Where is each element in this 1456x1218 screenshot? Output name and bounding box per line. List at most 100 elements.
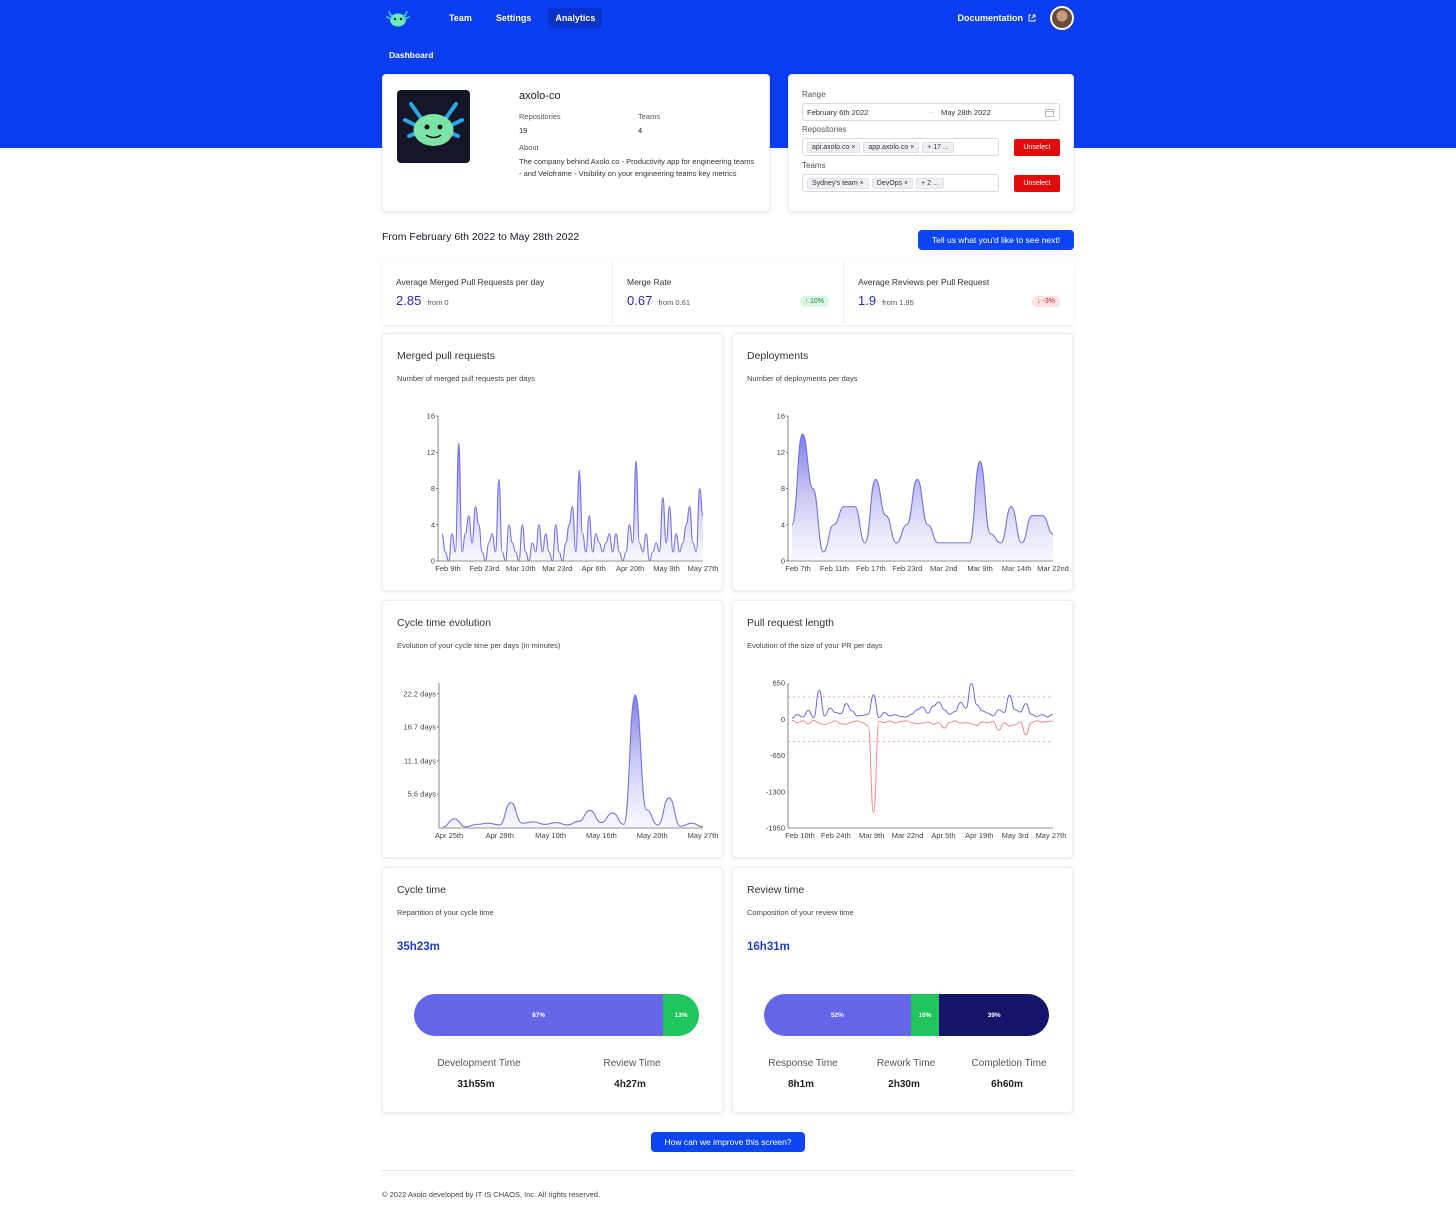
x-tick-label: Apr 5th bbox=[931, 831, 955, 840]
segment-value: 8h1m bbox=[746, 1079, 856, 1090]
nav-right: Documentation bbox=[957, 6, 1074, 30]
unselect-repositories-button[interactable]: Unselect bbox=[1014, 139, 1060, 156]
range-end[interactable]: May 28th 2022 bbox=[941, 108, 1042, 117]
review-time-bar[interactable]: 52% 10% 39% bbox=[764, 994, 1049, 1036]
organization-card: axolo-co Repositories 19 Teams 4 About T… bbox=[382, 74, 770, 212]
stat-from: from 1.95 bbox=[882, 298, 914, 307]
chart-title: Cycle time bbox=[397, 884, 446, 896]
teams-count: 4 bbox=[638, 126, 642, 135]
x-tick-label: Mar 22nd bbox=[1037, 564, 1069, 573]
calendar-icon[interactable] bbox=[1045, 108, 1054, 117]
x-tick-label: Feb 11th bbox=[820, 564, 849, 573]
stats-row: Average Merged Pull Requests per day 2.8… bbox=[382, 260, 1074, 325]
close-icon[interactable]: × bbox=[910, 144, 914, 151]
nav-analytics[interactable]: Analytics bbox=[548, 8, 602, 28]
nav-team[interactable]: Team bbox=[442, 8, 479, 28]
stat-value: 2.85 bbox=[396, 293, 421, 308]
x-tick-label: May 27th bbox=[688, 831, 719, 840]
breadcrumb[interactable]: Dashboard bbox=[389, 50, 433, 60]
deployments-chart-card: Deployments Number of deployments per da… bbox=[732, 333, 1073, 591]
stat-avg-reviews: Average Reviews per Pull Request 1.9from… bbox=[844, 260, 1074, 325]
segment-value: 4h27m bbox=[575, 1079, 685, 1090]
x-tick-label: May 20th bbox=[637, 831, 668, 840]
response-segment[interactable]: 52% bbox=[764, 994, 911, 1036]
team-more-chip[interactable]: + 2 ... bbox=[916, 178, 944, 189]
external-link-icon bbox=[1028, 14, 1036, 22]
cycle-time-evolution-chart[interactable]: 5.6 days11.1 days16.7 days22.2 daysApr 2… bbox=[383, 601, 724, 859]
cycle-time-total: 35h23m bbox=[397, 941, 440, 953]
review-segment[interactable]: 13% bbox=[663, 994, 699, 1036]
x-tick-label: Mar 14th bbox=[1002, 564, 1032, 573]
feedback-button[interactable]: Tell us what you'd like to see next! bbox=[918, 230, 1074, 250]
stat-title: Average Merged Pull Requests per day bbox=[396, 277, 544, 287]
stat-from: from 0 bbox=[427, 298, 448, 307]
documentation-label: Documentation bbox=[957, 13, 1023, 23]
segment-label: Development Time bbox=[424, 1058, 534, 1069]
x-tick-label: Feb 17th bbox=[856, 564, 886, 573]
y-tick-label: 16.7 days bbox=[403, 723, 436, 732]
merged-prs-chart[interactable]: 0481216Feb 9thFeb 23rdMar 10thMar 23rdAp… bbox=[383, 334, 724, 592]
x-tick-label: Feb 23rd bbox=[892, 564, 922, 573]
close-icon[interactable]: × bbox=[851, 144, 855, 151]
about-label: About bbox=[519, 143, 539, 152]
repositories-filter-label: Repositories bbox=[802, 125, 846, 134]
top-nav: Team Settings Analytics Documentation bbox=[382, 6, 1074, 30]
team-chip[interactable]: DevOps × bbox=[872, 178, 913, 189]
repo-more-chip[interactable]: + 17 ... bbox=[922, 142, 954, 153]
range-start[interactable]: February 6th 2022 bbox=[807, 108, 925, 117]
trend-up-badge: ↑ 10% bbox=[800, 296, 829, 307]
merged-prs-chart-card: Merged pull requests Number of merged pu… bbox=[382, 333, 723, 591]
team-chip[interactable]: Sydney's team × bbox=[807, 178, 869, 189]
date-range-picker[interactable]: February 6th 2022 → May 28th 2022 bbox=[802, 103, 1060, 121]
stat-from: from 0.61 bbox=[658, 298, 690, 307]
segment-label: Response Time bbox=[748, 1058, 858, 1069]
teams-select[interactable]: Sydney's team × DevOps × + 2 ... bbox=[802, 174, 999, 192]
x-tick-label: May 27th bbox=[688, 564, 719, 573]
pr-length-card: Pull request length Evolution of the siz… bbox=[732, 600, 1073, 858]
series-line bbox=[792, 684, 1053, 719]
pr-length-chart[interactable]: 6500-650-1300-1950Feb 10thFeb 24thMar 9t… bbox=[733, 601, 1074, 859]
development-segment[interactable]: 87% bbox=[414, 994, 663, 1036]
x-tick-label: Feb 9th bbox=[435, 564, 460, 573]
x-tick-label: Apr 20th bbox=[616, 564, 644, 573]
cycle-time-bar[interactable]: 87% 13% bbox=[414, 994, 699, 1036]
cycle-time-card: Cycle time Repartition of your cycle tim… bbox=[382, 867, 723, 1113]
y-tick-label: 12 bbox=[777, 448, 785, 457]
close-icon[interactable]: × bbox=[860, 180, 864, 187]
rework-segment[interactable]: 10% bbox=[911, 994, 940, 1036]
filter-card: Range February 6th 2022 → May 28th 2022 … bbox=[788, 74, 1074, 212]
deployments-chart[interactable]: 0481216Feb 7thFeb 11thFeb 17thFeb 23rdMa… bbox=[733, 334, 1074, 592]
team-chip-label: Sydney's team bbox=[812, 180, 858, 187]
documentation-link[interactable]: Documentation bbox=[957, 13, 1036, 23]
repo-chip[interactable]: api.axolo.co × bbox=[807, 142, 860, 153]
unselect-teams-button[interactable]: Unselect bbox=[1014, 175, 1060, 192]
y-tick-label: 8 bbox=[781, 484, 785, 493]
x-tick-label: Mar 22nd bbox=[892, 831, 924, 840]
y-tick-label: 22.2 days bbox=[403, 689, 436, 698]
x-tick-label: Feb 24th bbox=[821, 831, 851, 840]
axolotl-logo-icon[interactable] bbox=[386, 7, 410, 29]
segment-label: Completion Time bbox=[954, 1058, 1064, 1069]
review-time-card: Review time Composition of your review t… bbox=[732, 867, 1073, 1113]
y-tick-label: 650 bbox=[772, 679, 785, 688]
user-avatar[interactable] bbox=[1050, 6, 1074, 30]
segment-label: Review Time bbox=[577, 1058, 687, 1069]
segment-value: 6h60m bbox=[952, 1079, 1062, 1090]
y-tick-label: 11.1 days bbox=[404, 756, 436, 765]
review-time-total: 16h31m bbox=[747, 941, 790, 953]
close-icon[interactable]: × bbox=[904, 180, 908, 187]
range-label: Range bbox=[802, 90, 826, 99]
series-line bbox=[443, 695, 703, 827]
footer-text: © 2022 Axolo developed by IT IS CHAOS, I… bbox=[382, 1190, 600, 1199]
segment-value: 31h55m bbox=[421, 1079, 531, 1090]
completion-segment[interactable]: 39% bbox=[939, 994, 1049, 1036]
x-tick-label: Feb 10th bbox=[785, 831, 815, 840]
improve-screen-button[interactable]: How can we improve this screen? bbox=[651, 1132, 805, 1152]
about-text: The company behind Axolo.co - Productivi… bbox=[519, 156, 755, 179]
nav-settings[interactable]: Settings bbox=[489, 8, 539, 28]
repo-chip[interactable]: app.axolo.co × bbox=[863, 142, 919, 153]
repositories-select[interactable]: api.axolo.co × app.axolo.co × + 17 ... bbox=[802, 138, 999, 156]
stat-value-row: 0.67from 0.61 bbox=[627, 293, 690, 308]
x-tick-label: Mar 9th bbox=[859, 831, 884, 840]
y-tick-label: -1300 bbox=[766, 787, 785, 796]
